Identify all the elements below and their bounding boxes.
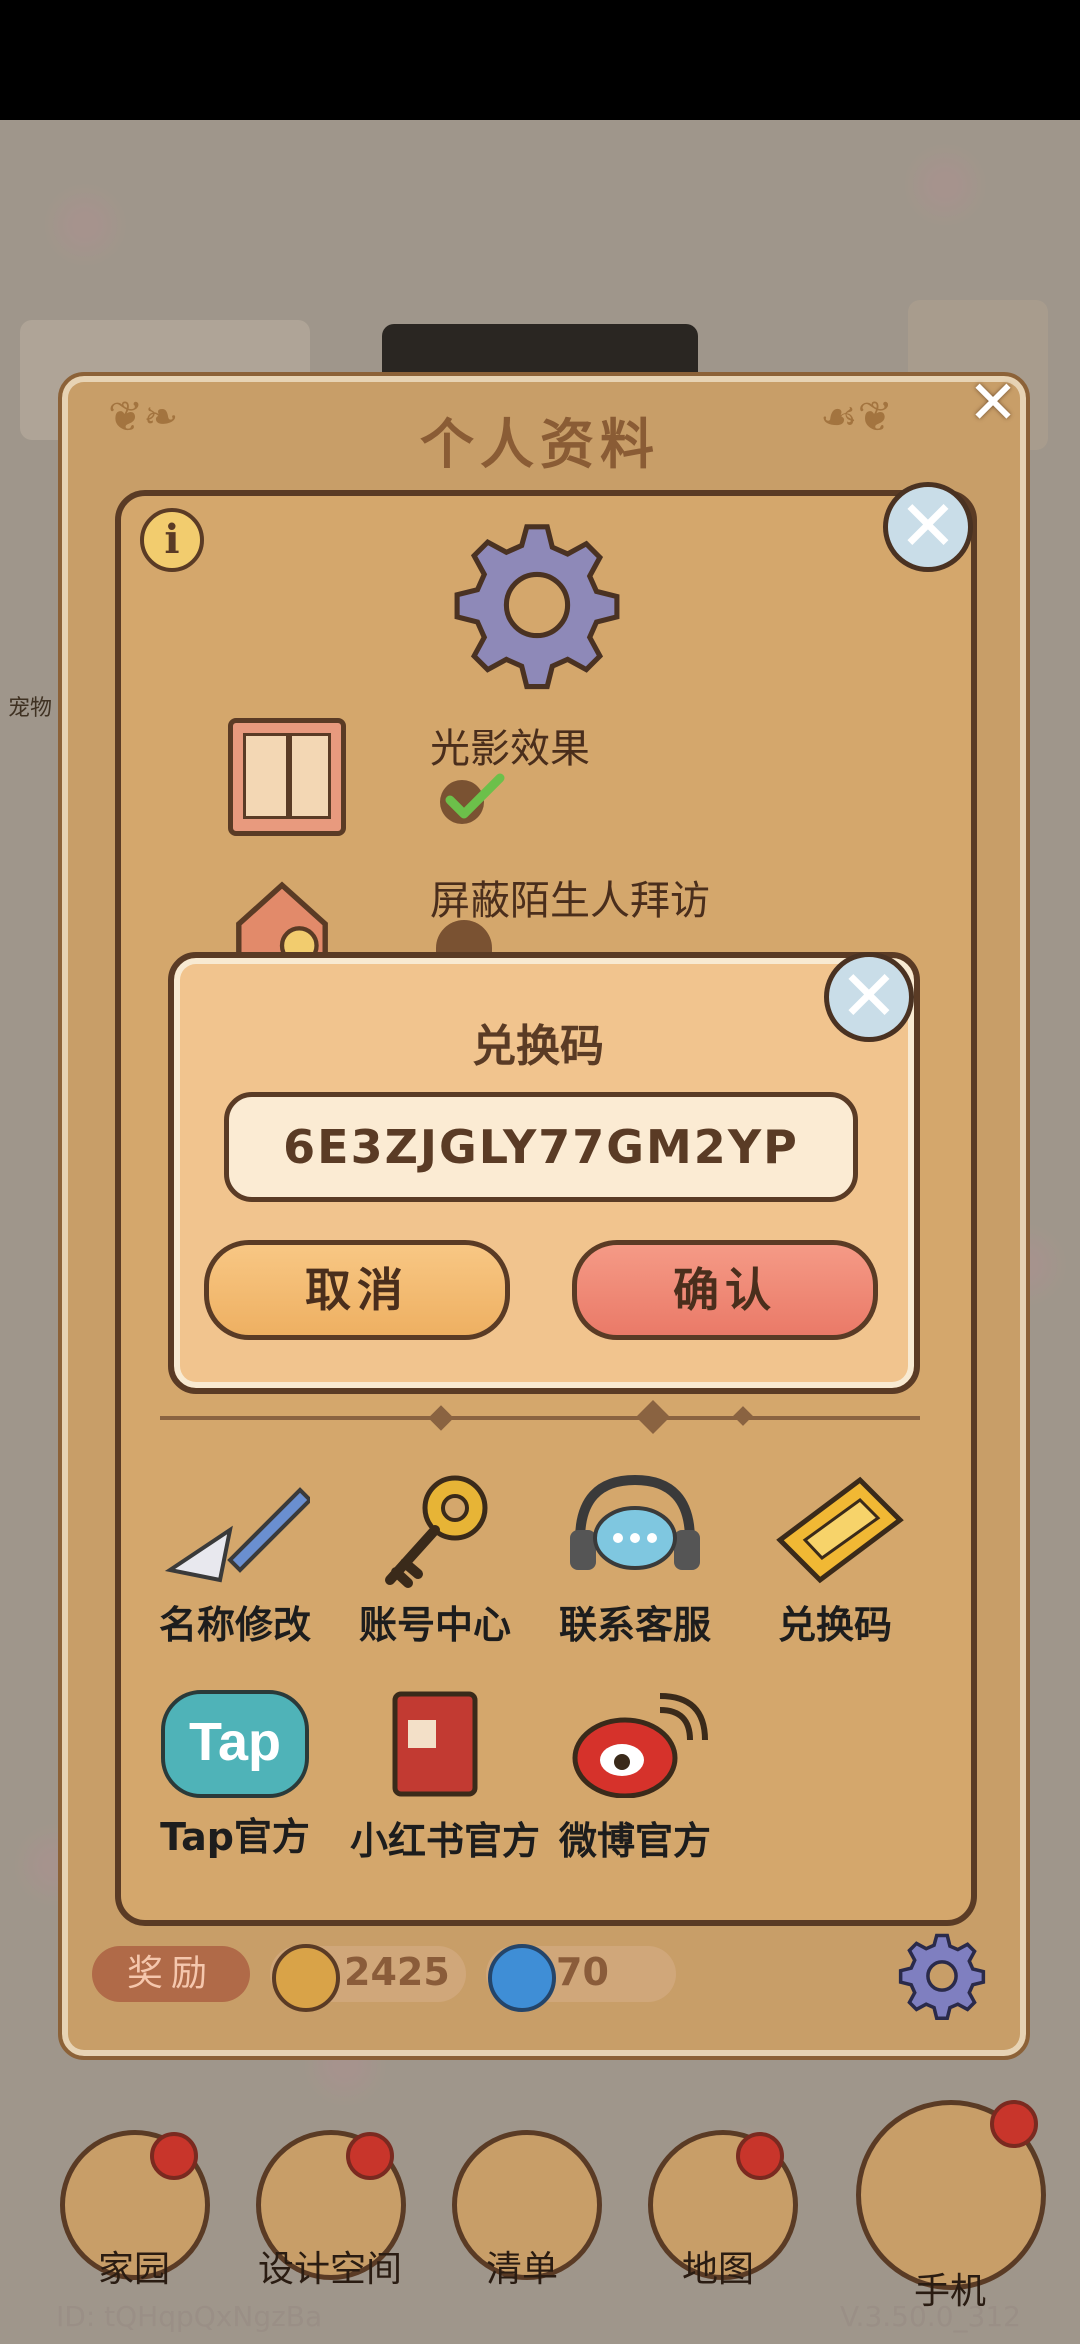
- notification-dot: [150, 2132, 198, 2180]
- player-id: ID: tQHqpQxNgzBa: [56, 2300, 323, 2333]
- tool-label: Tap官方: [160, 1815, 310, 1859]
- gem-amount: 70: [556, 1950, 609, 1994]
- rename-button[interactable]: 名称修改: [150, 1470, 320, 1649]
- settings-gear-icon[interactable]: [898, 1932, 986, 2020]
- info-icon[interactable]: i: [140, 508, 204, 572]
- account-center-button[interactable]: 账号中心: [350, 1470, 520, 1649]
- setting-label-block-visitors: 屏蔽陌生人拜访: [430, 878, 710, 924]
- reward-button[interactable]: 奖励: [92, 1946, 250, 2002]
- notification-dot: [990, 2100, 1038, 2148]
- tool-label: 联系客服: [558, 1603, 711, 1647]
- weibo-official-button[interactable]: 微博官方: [550, 1690, 720, 1865]
- cancel-button[interactable]: 取消: [204, 1240, 510, 1340]
- coin-amount: 2425: [344, 1950, 450, 1994]
- confirm-button[interactable]: 确认: [572, 1240, 878, 1340]
- light-effect-icon: [228, 718, 346, 836]
- tool-label: 微博官方: [558, 1819, 711, 1863]
- weibo-icon: [572, 1693, 708, 1799]
- swirl-gem-icon: [488, 1944, 556, 2012]
- nav-label: 地图: [681, 2249, 754, 2290]
- headset-chat-icon: [570, 1474, 700, 1570]
- red-book-icon: [392, 1691, 478, 1797]
- notification-dot: [736, 2132, 784, 2180]
- profile-title: 个人资料: [420, 413, 660, 476]
- close-profile-icon[interactable]: ✕: [962, 372, 1024, 434]
- tap-official-button[interactable]: Tap Tap官方: [150, 1690, 320, 1861]
- coin-icon: [272, 1944, 340, 2012]
- xiaohongshu-official-button[interactable]: 小红书官方: [350, 1690, 541, 1865]
- tool-label: 账号中心: [358, 1603, 511, 1647]
- close-settings-button[interactable]: ✕: [883, 482, 973, 572]
- close-redeem-button[interactable]: ✕: [824, 952, 914, 1042]
- tool-label: 兑换码: [777, 1603, 892, 1647]
- nav-label: 清单: [485, 2249, 558, 2290]
- redeem-code-button[interactable]: 兑换码: [750, 1470, 920, 1649]
- ticket-icon: [776, 1476, 904, 1584]
- tool-label: 名称修改: [158, 1603, 311, 1647]
- gear-icon: [454, 524, 620, 690]
- tap-logo-icon: Tap: [161, 1690, 309, 1798]
- tool-label: 小红书官方: [350, 1819, 541, 1863]
- key-icon: [385, 1475, 488, 1588]
- redeem-code-input[interactable]: 6E3ZJGLY77GM2YP: [224, 1092, 858, 1202]
- nav-label: 家园: [97, 2249, 170, 2290]
- checkbox-checked-icon[interactable]: [436, 768, 516, 828]
- setting-label-light: 光影效果: [430, 726, 590, 772]
- notification-dot: [346, 2132, 394, 2180]
- contact-support-button[interactable]: 联系客服: [550, 1470, 720, 1649]
- redeem-title: 兑换码: [472, 1021, 604, 1072]
- nav-label: 设计空间: [257, 2249, 402, 2290]
- pencil-icon: [164, 1487, 313, 1583]
- section-divider: [160, 1416, 920, 1420]
- version-label: V.3.50.0_312: [840, 2300, 1021, 2333]
- status-bar: [0, 0, 1080, 120]
